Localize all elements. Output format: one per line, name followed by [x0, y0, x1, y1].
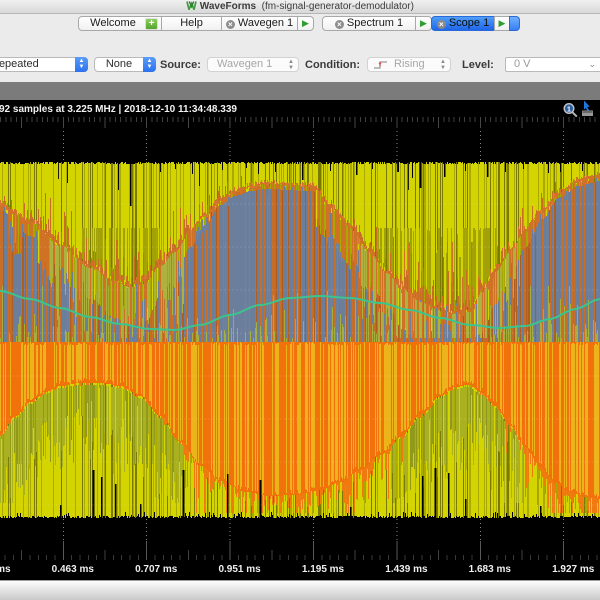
svg-text:1: 1 [567, 106, 571, 113]
svg-text:92 samples at 3.225 MHz | 2018: 92 samples at 3.225 MHz | 2018-12-10 11:… [0, 104, 237, 115]
svg-text:0.463 ms: 0.463 ms [52, 564, 95, 575]
svg-text:0.219 ms: 0.219 ms [0, 564, 11, 575]
svg-text:1.927 ms: 1.927 ms [552, 564, 595, 575]
svg-text:1.683 ms: 1.683 ms [469, 564, 512, 575]
svg-text:0.951 ms: 0.951 ms [218, 564, 261, 575]
svg-text:1.195 ms: 1.195 ms [302, 564, 345, 575]
svg-text:1.439 ms: 1.439 ms [385, 564, 428, 575]
svg-text:0.707 ms: 0.707 ms [135, 564, 178, 575]
